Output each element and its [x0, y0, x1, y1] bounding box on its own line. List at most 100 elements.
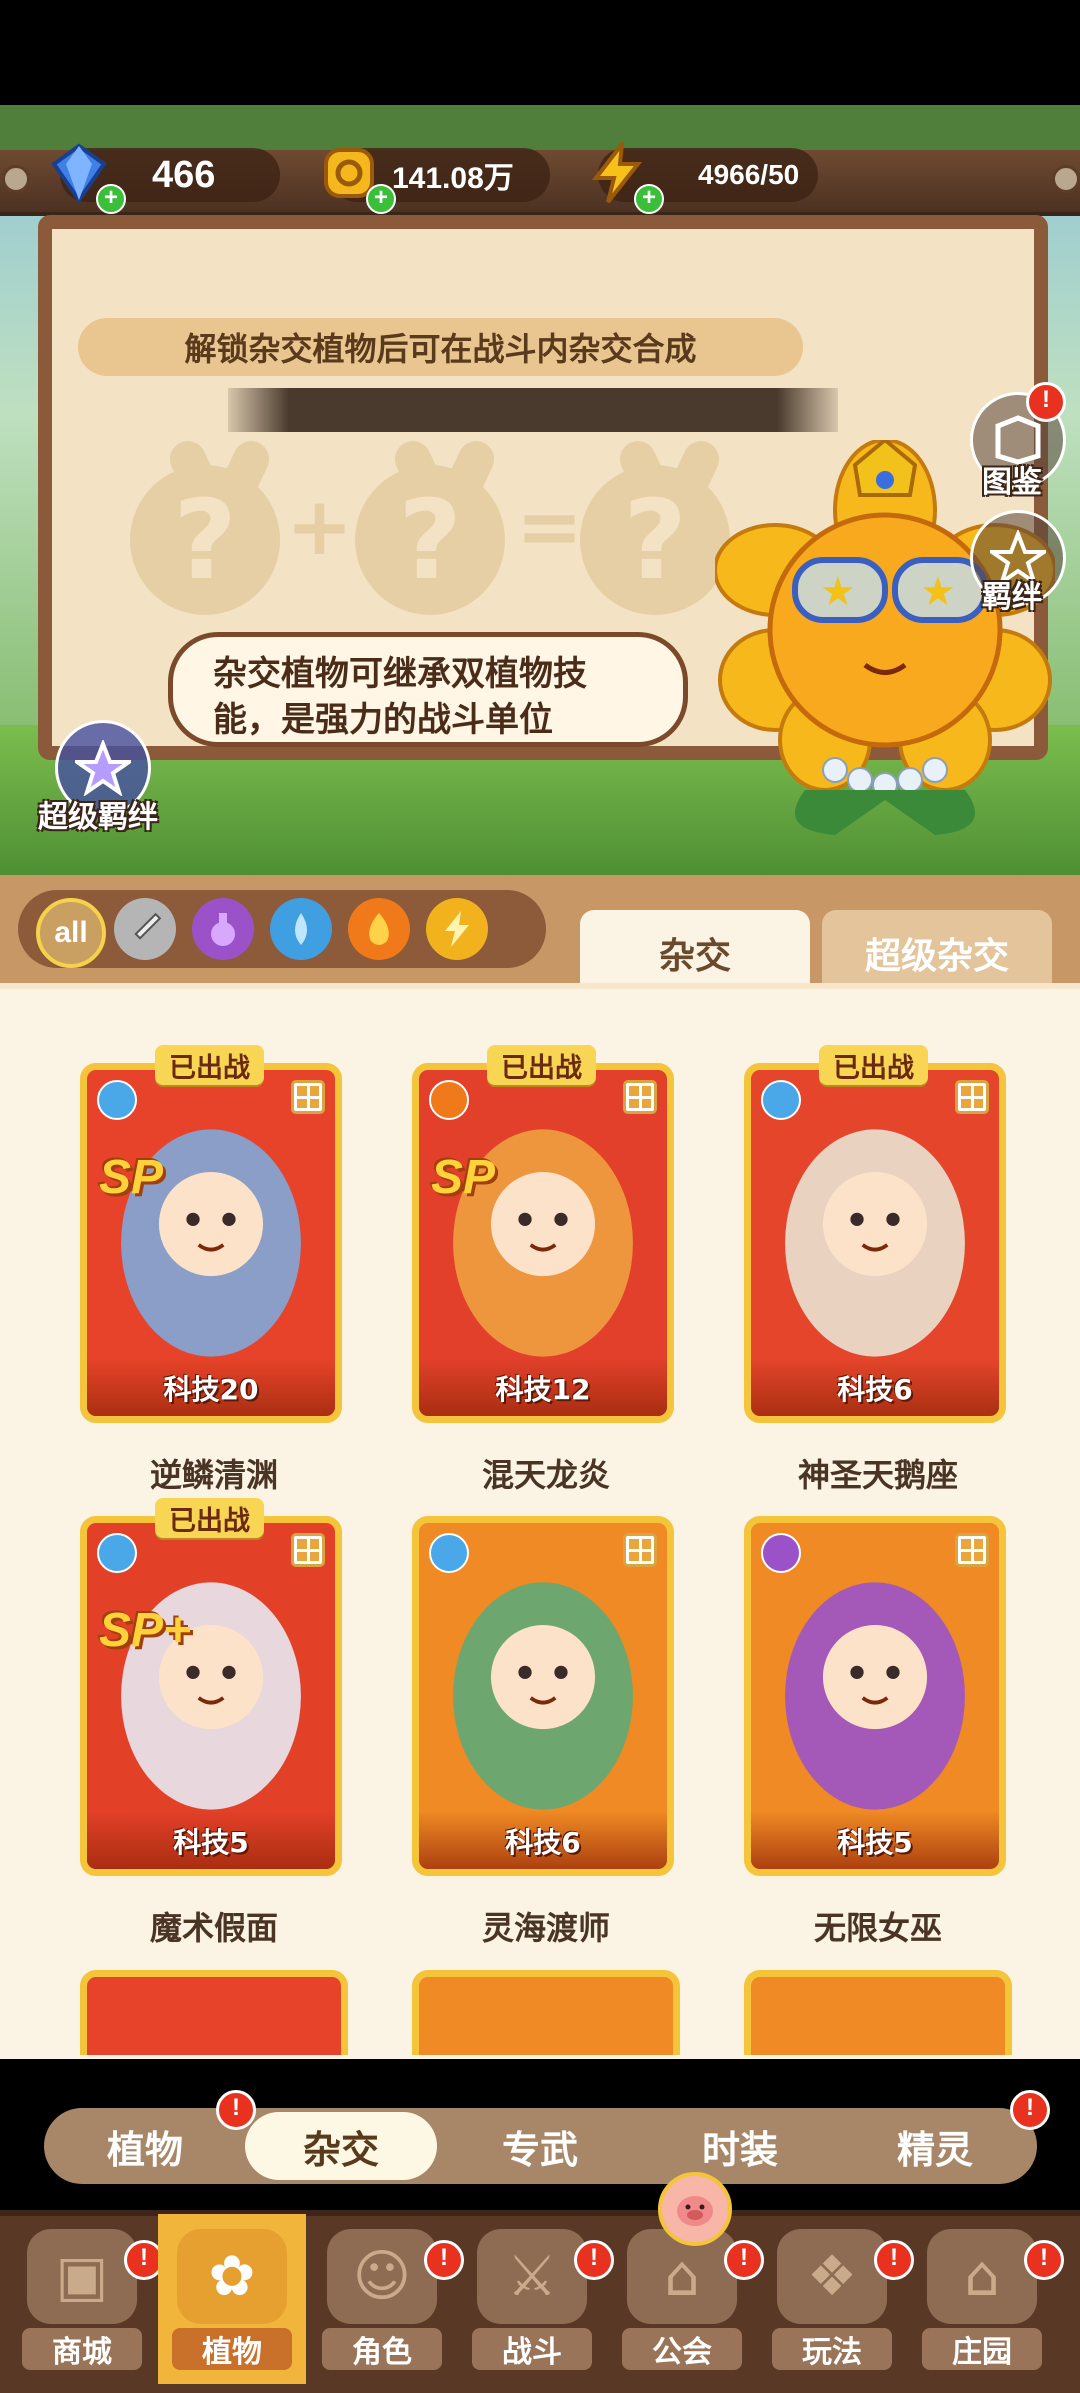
add-coin-icon[interactable]: +	[366, 184, 396, 214]
sp-badge: SP	[99, 1151, 164, 1204]
plant-name: 灵海渡师	[481, 1909, 610, 1947]
element-icon	[97, 1533, 137, 1573]
nav-item-plant[interactable]: ✿ 植物	[158, 2214, 306, 2384]
diamond-value: 466	[152, 153, 216, 196]
grid-icon[interactable]	[955, 1533, 989, 1567]
subtab-plants[interactable]: 植物	[50, 2112, 240, 2180]
deployed-badge: 已出战	[487, 1045, 596, 1085]
filter-water-icon[interactable]	[270, 898, 332, 960]
plant-card[interactable]: SP+ 科技5	[80, 1516, 342, 1876]
speech-bubble: 杂交植物可继承双植物技能，是强力的战斗单位	[168, 632, 688, 747]
status-bar	[0, 0, 1080, 105]
svg-text:★: ★	[920, 569, 956, 615]
element-icon	[429, 1533, 469, 1573]
sp-badge: SP	[431, 1151, 496, 1204]
plant-card[interactable]: 科技6	[744, 1063, 1006, 1423]
tech-level: 科技20	[87, 1358, 335, 1416]
coin-value: 141.08万	[392, 162, 514, 195]
unlock-banner: 解锁杂交植物后可在战斗内杂交合成	[78, 318, 803, 376]
element-icon	[761, 1080, 801, 1120]
nav-label: 庄园	[922, 2328, 1042, 2370]
subtab-hybrid[interactable]: 杂交	[245, 2112, 437, 2180]
nav-label: 公会	[622, 2328, 742, 2370]
plus-icon: +	[286, 480, 354, 573]
deployed-badge: 已出战	[819, 1045, 928, 1085]
grid-icon[interactable]	[291, 1533, 325, 1567]
pig-icon[interactable]	[658, 2172, 732, 2246]
nav-item-character[interactable]: ☺ 角色	[308, 2214, 456, 2384]
unknown-plant-icon: ?	[355, 465, 505, 615]
plant-card-partial[interactable]	[80, 1970, 348, 2055]
tech-level: 科技12	[419, 1358, 667, 1416]
plant-name: 无限女巫	[813, 1909, 942, 1947]
filter-lightning-icon[interactable]	[426, 898, 488, 960]
svg-text:★: ★	[820, 569, 856, 615]
element-icon	[97, 1080, 137, 1120]
nav-alert-badge: !	[1024, 2240, 1064, 2280]
codex-alert-badge: !	[1026, 382, 1066, 422]
rivet-icon	[2, 165, 30, 193]
energy-value: 4966/50	[698, 159, 800, 190]
nav-item-battle[interactable]: ⚔ 战斗	[458, 2214, 606, 2384]
element-icon	[761, 1533, 801, 1573]
deployed-badge: 已出战	[155, 1498, 264, 1538]
plant-name: 逆鳞清渊	[149, 1456, 278, 1494]
filter-all-button[interactable]: all	[36, 898, 106, 968]
nav-label: 玩法	[772, 2328, 892, 2370]
unknown-plant-icon: ?	[580, 465, 730, 615]
coin-counter[interactable]: + 141.08万	[324, 148, 550, 214]
add-diamond-icon[interactable]: +	[96, 184, 126, 214]
super-bond-label: 超级羁绊	[38, 800, 158, 835]
plant-name: 混天龙炎	[481, 1456, 610, 1494]
shop-icon: ▣	[27, 2229, 137, 2324]
tech-level: 科技5	[87, 1811, 335, 1869]
grid-icon[interactable]	[291, 1080, 325, 1114]
plant-card-partial[interactable]	[412, 1970, 680, 2055]
nav-item-shop[interactable]: ▣ 商城	[8, 2214, 156, 2384]
deployed-badge: 已出战	[155, 1045, 264, 1085]
gameplay-icon: ❖	[777, 2229, 887, 2324]
foliage-top	[0, 105, 1080, 150]
banner-shadow-strip	[228, 388, 838, 432]
rivet-icon	[1052, 165, 1080, 193]
diamond-counter[interactable]: + 466	[51, 143, 280, 214]
character-icon: ☺	[327, 2229, 437, 2324]
subtab-spirits[interactable]: 精灵	[840, 2112, 1030, 2180]
tech-level: 科技6	[751, 1358, 999, 1416]
filter-potion-icon[interactable]	[192, 898, 254, 960]
codex-label: 图鉴	[982, 465, 1042, 500]
subtab-costumes[interactable]: 时装	[645, 2112, 835, 2180]
nav-label: 植物	[172, 2328, 292, 2370]
plant-name: 神圣天鹅座	[797, 1456, 958, 1494]
subtab-plants-alert: !	[216, 2090, 256, 2130]
plant-card[interactable]: SP 科技12	[412, 1063, 674, 1423]
grid-icon[interactable]	[955, 1080, 989, 1114]
battle-icon: ⚔	[477, 2229, 587, 2324]
bond-label: 羁绊	[982, 580, 1042, 615]
filter-sword-icon[interactable]	[114, 898, 176, 960]
plant-card[interactable]: SP 科技20	[80, 1063, 342, 1423]
subtab-weapons[interactable]: 专武	[445, 2112, 635, 2180]
nav-label: 商城	[22, 2328, 142, 2370]
plant-name: 魔术假面	[149, 1909, 278, 1947]
nav-label: 战斗	[472, 2328, 592, 2370]
plant-icon: ✿	[177, 2229, 287, 2324]
manor-icon: ⌂	[927, 2229, 1037, 2324]
tech-level: 科技6	[419, 1811, 667, 1869]
super-bond-icon	[75, 740, 131, 796]
unknown-plant-icon: ?	[130, 465, 280, 615]
nav-item-gameplay[interactable]: ❖ 玩法	[758, 2214, 906, 2384]
equals-icon: =	[516, 480, 584, 573]
grid-icon[interactable]	[623, 1080, 657, 1114]
plant-card[interactable]: 科技6	[412, 1516, 674, 1876]
nav-item-manor[interactable]: ⌂ 庄园	[908, 2214, 1056, 2384]
add-energy-icon[interactable]: +	[634, 184, 664, 214]
sp-badge: SP+	[99, 1604, 192, 1657]
grid-icon[interactable]	[623, 1533, 657, 1567]
plant-card[interactable]: 科技5	[744, 1516, 1006, 1876]
subtab-spirits-alert: !	[1010, 2090, 1050, 2130]
plant-card-partial[interactable]	[744, 1970, 1012, 2055]
tech-level: 科技5	[751, 1811, 999, 1869]
filter-fire-icon[interactable]	[348, 898, 410, 960]
energy-counter[interactable]: + 4966/50	[591, 142, 818, 214]
